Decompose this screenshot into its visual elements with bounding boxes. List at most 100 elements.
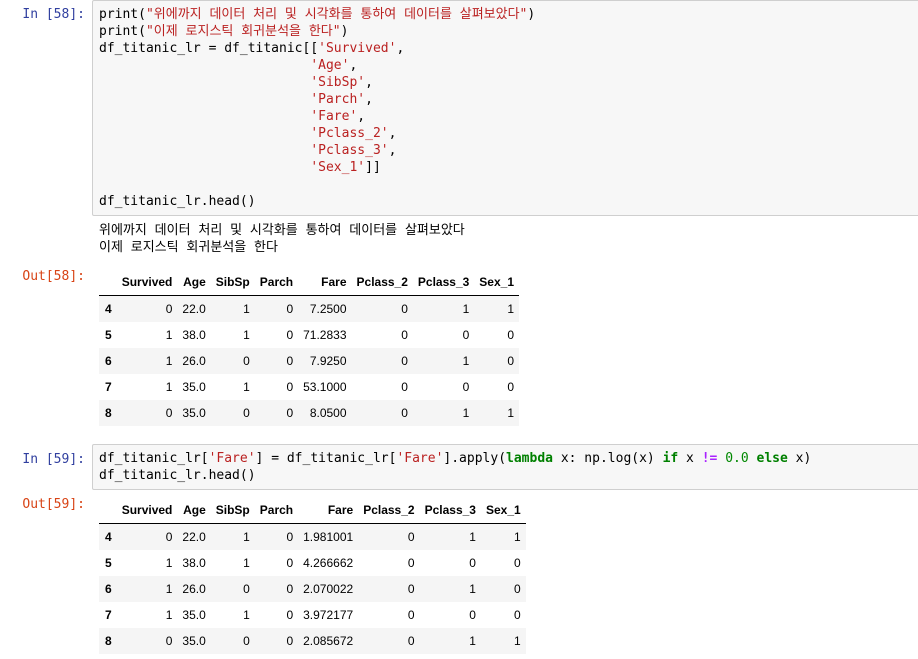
column-header: Sex_1 (480, 496, 526, 524)
code-token: 'SibSp' (310, 75, 366, 90)
table-cell: 0 (513, 608, 521, 622)
row-index: 5 (105, 328, 112, 342)
table-cell: 1 (165, 582, 173, 596)
code-input-58[interactable]: print("위에까지 데이터 처리 및 시각화를 통하여 데이터를 살펴보았다… (92, 0, 918, 216)
column-header: Pclass_3 (412, 268, 475, 296)
table-cell: 0 (401, 328, 408, 342)
table-cell: 0 (513, 556, 521, 570)
table-cell: 0 (401, 380, 408, 394)
table-cell: 0 (286, 556, 294, 570)
code-token: 'Fare' (396, 451, 444, 466)
table-cell: 35.0 (182, 608, 206, 622)
code-editor[interactable]: print("위에까지 데이터 처리 및 시각화를 통하여 데이터를 살펴보았다… (93, 1, 918, 215)
code-token: df_titanic_lr.head() (99, 194, 256, 209)
table-cell: 0 (507, 328, 514, 342)
code-token: 0.0 (725, 451, 749, 466)
code-token: , (388, 143, 397, 158)
table-cell: 0 (286, 380, 294, 394)
table-cell: 1 (469, 530, 476, 544)
row-index: 7 (105, 380, 112, 394)
table-cell: 0 (469, 556, 476, 570)
row-index: 4 (105, 302, 112, 316)
table-cell: 1 (507, 302, 514, 316)
table-cell: 0 (243, 634, 250, 648)
row-index: 5 (105, 556, 112, 570)
table-cell: 1 (243, 328, 250, 342)
column-header: Fare (298, 496, 359, 524)
table-cell: 2.070022 (303, 582, 354, 596)
table-cell: 1 (243, 530, 250, 544)
row-index: 8 (105, 406, 112, 420)
table-cell: 0 (286, 608, 294, 622)
dataframe-table-58: Survived Age SibSp Parch Fare Pclass_2 Pclass_… (99, 268, 519, 426)
code-token: print( (99, 24, 146, 39)
table-cell: 1 (165, 354, 173, 368)
table-cell: 1 (513, 530, 521, 544)
table-cell: 0 (507, 354, 514, 368)
code-token: != (701, 451, 718, 466)
row-index: 4 (105, 530, 112, 544)
column-header: Pclass_2 (358, 496, 420, 524)
code-line: 'Parch', (99, 92, 373, 107)
table-cell: 53.1000 (303, 380, 347, 394)
code-token: ) (527, 7, 536, 22)
table-row: 7 1 35.0 1 0 3.972177 0 0 0 (99, 602, 526, 628)
code-token: x: np.log(x) (553, 451, 663, 466)
code-line: df_titanic_lr['Fare'] = df_titanic_lr['F… (99, 451, 811, 466)
code-input-59[interactable]: df_titanic_lr['Fare'] = df_titanic_lr['F… (92, 444, 918, 490)
column-header: Survived (116, 268, 178, 296)
table-cell: 1 (469, 582, 476, 596)
table-cell: 7.9250 (309, 354, 347, 368)
code-token: 'Pclass_3' (310, 143, 389, 158)
table-row: 6 1 26.0 0 0 7.9250 0 1 0 (99, 348, 519, 374)
code-line: df_titanic_lr.head() (99, 468, 256, 483)
code-line: 'Fare', (99, 109, 365, 124)
code-token: x) (787, 451, 812, 466)
table-cell: 1 (243, 556, 250, 570)
output-prompt-58: Out[58]: (22, 269, 85, 284)
column-header: Pclass_3 (419, 496, 481, 524)
code-token: , (365, 92, 373, 107)
code-editor[interactable]: df_titanic_lr['Fare'] = df_titanic_lr['F… (93, 445, 918, 489)
row-index: 7 (105, 608, 112, 622)
code-token: ]] (365, 160, 381, 175)
table-cell: 1 (462, 406, 470, 420)
stdout-line: 이제 로지스틱 회귀분석을 한다 (99, 240, 278, 255)
table-cell: 1.981001 (303, 530, 354, 544)
code-line: 'SibSp', (99, 75, 373, 90)
code-line: 'Sex_1']] (99, 160, 381, 175)
table-cell: 0 (407, 608, 415, 622)
table-cell: 1 (165, 380, 173, 394)
code-token: 'Parch' (310, 92, 366, 107)
code-token: ) (340, 24, 349, 39)
code-token: 'Pclass_2' (310, 126, 389, 141)
table-cell: 0 (462, 380, 470, 394)
table-cell: 0 (165, 530, 173, 544)
table-cell: 0 (407, 582, 415, 596)
table-row: 8 0 35.0 0 0 2.085672 0 1 1 (99, 628, 526, 654)
code-token: x (678, 451, 702, 466)
table-cell: 1 (243, 380, 250, 394)
table-cell: 0 (286, 634, 294, 648)
code-line: print("위에까지 데이터 처리 및 시각화를 통하여 데이터를 살펴보았다… (99, 7, 535, 22)
table-cell: 0 (165, 406, 173, 420)
table-cell: 1 (462, 302, 470, 316)
table-header-row: Survived Age SibSp Parch Fare Pclass_2 Pclass_… (99, 268, 519, 296)
input-prompt-58: In [58]: (22, 7, 85, 22)
code-line: 'Pclass_2', (99, 126, 396, 141)
code-line: 'Pclass_3', (99, 143, 396, 158)
code-token: else (756, 451, 788, 466)
code-line: 'Age', (99, 58, 357, 73)
table-cell: 0 (286, 582, 294, 596)
table-cell: 35.0 (182, 406, 206, 420)
table-cell: 1 (469, 634, 476, 648)
table-cell: 0 (401, 354, 408, 368)
table-cell: 0 (165, 634, 173, 648)
code-token: lambda (506, 451, 553, 466)
column-header (99, 268, 117, 296)
column-header: Parch (254, 268, 299, 296)
